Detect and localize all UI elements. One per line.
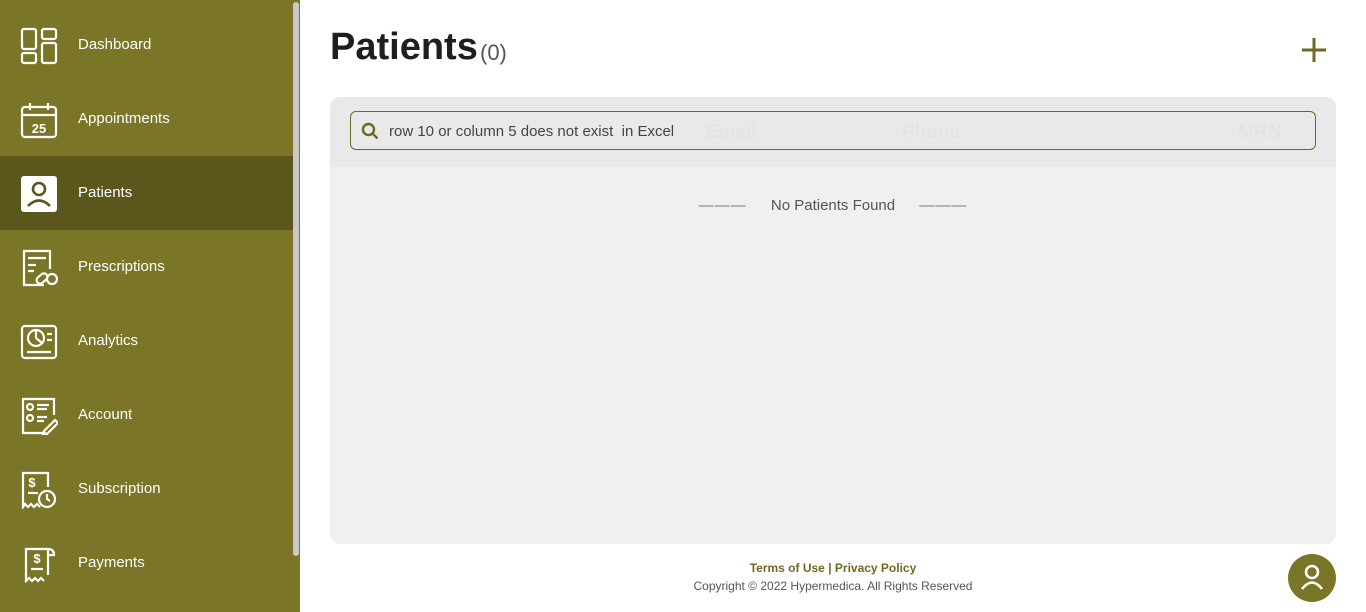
user-avatar-button[interactable] [1288,554,1336,602]
prescription-icon [20,249,58,287]
sidebar-item-patients[interactable]: Patients [0,156,293,230]
sidebar-item-label: Account [78,406,133,423]
svg-text:$: $ [33,551,41,566]
sidebar-item-account[interactable]: Account [0,378,293,452]
sidebar: Dashboard 25 Appointments Patients Presc… [0,0,300,612]
svg-text:$: $ [28,475,36,490]
empty-state: ——— No Patients Found ——— [330,197,1336,214]
sidebar-item-analytics[interactable]: Analytics [0,304,293,378]
footer-separator: | [828,561,832,575]
sidebar-item-label: Dashboard [78,36,152,53]
payments-icon: $ [20,545,58,583]
privacy-policy-link[interactable]: Privacy Policy [835,561,916,575]
terms-of-use-link[interactable]: Terms of Use [750,561,825,575]
user-icon [1300,564,1324,590]
sidebar-item-payments[interactable]: $ Payments [0,526,293,600]
dashboard-icon [20,27,58,65]
sidebar-item-dashboard[interactable]: Dashboard [0,8,293,82]
sidebar-item-label: Payments [78,554,145,571]
app-root: Dashboard 25 Appointments Patients Presc… [0,0,1366,612]
search-icon [361,122,379,140]
sidebar-item-label: Prescriptions [78,258,165,275]
calendar-day: 25 [32,121,46,136]
patients-table: Email Phone MRN ——— No Patients Found [330,97,1336,544]
patient-icon [20,175,58,213]
divider-left: ——— [698,197,747,214]
sidebar-item-subscription[interactable]: $ Subscription [0,452,293,526]
sidebar-item-label: Patients [78,184,133,201]
sidebar-item-label: Subscription [78,480,161,497]
analytics-icon [20,323,58,361]
main-content: Patients (0) Email Phone MRN row 10 or c… [300,0,1366,612]
table-header: Email Phone MRN [330,97,1336,167]
search-box[interactable] [350,111,1316,150]
scrollbar-thumb[interactable] [293,2,299,556]
page-title: Patients [330,26,478,68]
sidebar-scrollbar[interactable] [293,0,300,612]
plus-icon [1302,38,1326,62]
search-input[interactable] [389,118,1289,144]
add-patient-button[interactable] [1298,34,1330,66]
sidebar-item-prescriptions[interactable]: Prescriptions [0,230,293,304]
sidebar-item-label: Analytics [78,332,139,349]
footer-links: Terms of Use | Privacy Policy [300,561,1366,575]
patient-count: (0) [480,40,507,65]
empty-message: No Patients Found [770,197,896,214]
calendar-icon: 25 [20,101,58,139]
sidebar-item-label: Appointments [78,110,170,127]
copyright-text: Copyright © 2022 Hypermedica. All Rights… [693,579,973,593]
subscription-icon: $ [20,471,58,509]
account-icon [20,397,58,435]
divider-right: ——— [919,197,968,214]
sidebar-item-appointments[interactable]: 25 Appointments [0,82,293,156]
